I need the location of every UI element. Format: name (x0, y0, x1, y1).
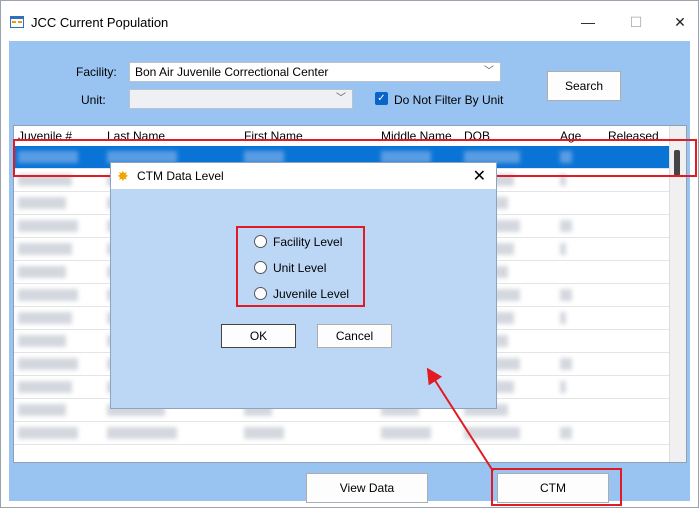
annotation-arrow (426, 367, 494, 472)
main-window: JCC Current Population — ☐ ✕ Facility: B… (0, 0, 699, 508)
